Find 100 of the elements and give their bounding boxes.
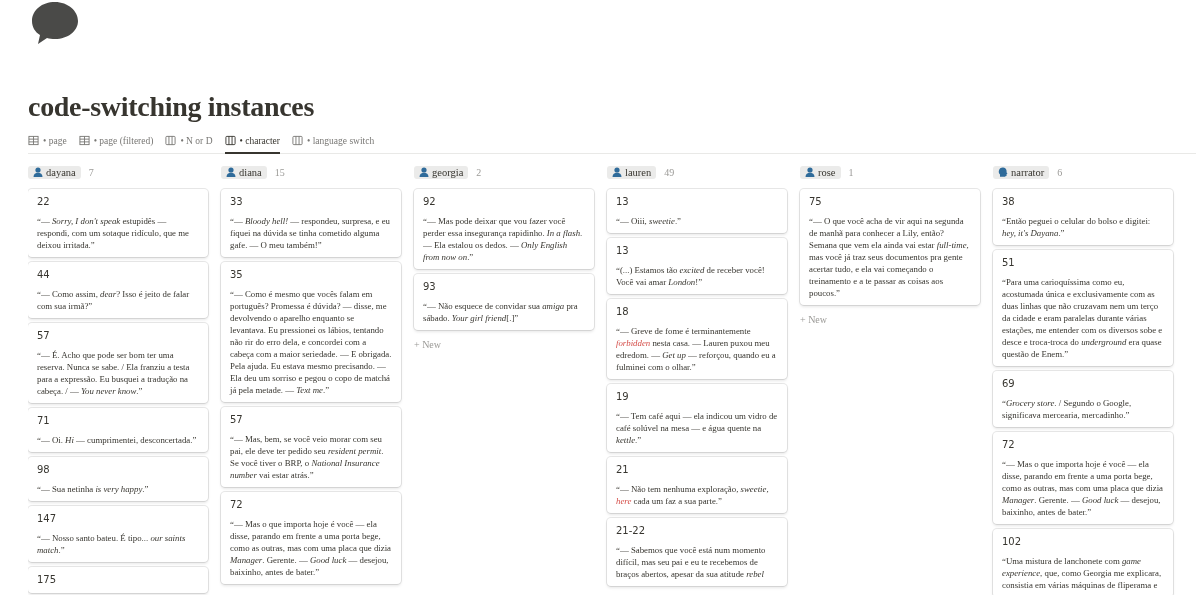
card-number: 57: [230, 413, 244, 427]
table-icon: [78, 135, 90, 146]
card-quote: “— O que você acha de vir aqui na segunda de manhã para conhecer a Lily, então? Semana que vem ela ainda vai estar full-time, mas você já traz seus documentos pra gente acertar tudo, e ela vai começando o treinamento e a te passar as coisas aos poucos.”: [809, 215, 970, 299]
person-icon: [33, 167, 43, 177]
card-number: 33: [230, 195, 244, 209]
group-count: 49: [664, 166, 675, 178]
view-tab[interactable]: • N or D: [165, 130, 213, 154]
group-tag: narrator: [993, 165, 1050, 179]
speaking-head-icon: [998, 167, 1008, 177]
card-number: 22: [37, 195, 51, 209]
card[interactable]: 57 “— Mas, bem, se você veio morar com seu pai, ele deve ter pedido seu resident permit. Se você tiver o BRP, o National Insurance number vai estar atrás.”: [221, 407, 401, 487]
card[interactable]: 72 “— Mas o que importa hoje é você — ela disse, parando em frente a uma porta bege, como as outras, mas com uma placa que dizia Manager. Gerente. — Good luck — desejou, baixinho, antes de bater.”: [221, 492, 401, 584]
card-number: 44: [37, 268, 51, 282]
group-tag: dayana: [28, 165, 81, 179]
card-number: 35: [230, 268, 244, 282]
card-number: 147: [37, 512, 58, 526]
group-tag: georgia: [414, 165, 469, 179]
card-quote: “Uma mistura de lanchonete com game experience, que, como Georgia me explicara, consistia em várias máquinas de fliperama e: [1002, 555, 1163, 591]
card-quote: “— Sorry, I don't speak estupidês — respondi, com um sotaque ridículo, que me deixou irritada.”: [37, 215, 190, 251]
card[interactable]: 18 “— Greve de fome é terminantemente forbidden nesta casa. — Lauren puxou meu edredom. — Get up — reforçou, quando eu a fulminei com o olhar.”: [607, 299, 787, 379]
card-quote: “— Mas o que importa hoje é você — ela disse, parando em frente a uma porta bege, como as outras, mas com uma placa que dizia Manager. Gerente. — Good luck — desejou, baixinho, antes de bater.”: [1002, 458, 1164, 518]
card[interactable]: 147 “— Nosso santo bateu. É tipo... our saints match.”: [28, 506, 208, 562]
card-number: 93: [423, 280, 437, 294]
card-quote: “— Mas pode deixar que vou fazer você perder essa insegurança rapidinho. In a flash. — Ela estalou os dedos. — Only English from now on.”: [423, 215, 584, 263]
card-number: 71: [37, 414, 51, 428]
card[interactable]: 71 “— Oi. Hi — cumprimentei, desconcertada.”: [28, 408, 208, 452]
page-title: code-switching instances: [28, 90, 316, 124]
card-quote: “— Oiii, sweetie.”: [616, 215, 682, 227]
person-icon: [612, 167, 622, 177]
card-number: 75: [809, 195, 823, 209]
card[interactable]: 38 “Então peguei o celular do bolso e digitei: hey, it's Dayana.”: [993, 189, 1173, 245]
card[interactable]: 92 “— Mas pode deixar que vou fazer você perder essa insegurança rapidinho. In a flash. — Ela estalou os dedos. — Only English from now on.”: [414, 189, 594, 269]
card-number: 18: [616, 305, 630, 319]
card-quote: “— É. Acho que pode ser bom ter uma reserva. Nunca se sabe. / Ela franziu a testa para a expressão. Eu busquei a tradução na cabeça. / — You never know.”: [37, 349, 191, 397]
group-tag: rose: [800, 165, 841, 179]
card-quote: “— Sabemos que você está num momento difícil, mas seu pai e eu te recebemos de braços abertos, apesar da sua atitude rebel: [616, 544, 767, 580]
group-count: 1: [848, 166, 854, 178]
board-icon: [292, 135, 303, 146]
card-quote: “— Tem café aqui — ela indicou um vidro de café solúvel na mesa — e água quente na kettle.”: [616, 410, 778, 446]
card[interactable]: 57 “— É. Acho que pode ser bom ter uma reserva. Nunca se sabe. / Ela franziu a testa para a expressão. Eu busquei a tradução na cabeça. / — You never know.”: [28, 323, 208, 403]
card-number: 98: [37, 463, 51, 477]
card-quote: “— Como assim, dear? Isso é jeito de falar com sua irmã?”: [37, 288, 191, 312]
card-quote: “Então peguei o celular do bolso e digitei: hey, it's Dayana.”: [1002, 215, 1152, 239]
person-icon: [805, 167, 815, 177]
card-number: 72: [230, 498, 244, 512]
card[interactable]: [993, 250, 1173, 366]
card[interactable]: 21-22 “— Sabemos que você está num momento difícil, mas seu pai e eu te recebemos de braços abertos, apesar da sua atitude rebel: [607, 518, 787, 586]
card-number: 57: [37, 329, 51, 343]
card-quote: “— Mas o que importa hoje é você — ela disse, parando em frente a uma porta bege, como as outras, mas com uma placa que dizia Manager. Gerente. — Good luck — desejou, baixinho, antes de bater.”: [230, 518, 392, 578]
card-number: 92: [423, 195, 437, 209]
card-quote: “— Oi. Hi — cumprimentei, desconcertada.”: [37, 434, 198, 446]
card[interactable]: 22 “— Sorry, I don't speak estupidês — respondi, com um sotaque ridículo, que me deixou irritada.”: [28, 189, 208, 257]
card-quote: “— Nosso santo bateu. É tipo... our saints match.”: [37, 532, 187, 556]
view-tab[interactable]: • page: [28, 130, 67, 154]
group-count: 2: [476, 166, 482, 178]
board-icon: [224, 135, 236, 146]
card-quote: “(...) Estamos tão excited de receber você! Você vai amar London!”: [616, 264, 766, 288]
card-number: 13: [616, 195, 630, 209]
card-number: 175: [37, 573, 58, 587]
card-quote: “Para uma carioquíssima como eu, acostumada única e exclusivamente com as duas linhas que não cruzavam nem um terço da cidade e eram paralelas durante várias estações, me entender com os diversos sobe e desce e troca-troca do underground era quase questão de Enem.”: [1002, 276, 1164, 360]
card-quote: “— Greve de fome é terminantemente forbidden nesta casa. — Lauren puxou meu edredom. — Get up — reforçou, quando eu a fulminei com o olhar.”: [616, 325, 777, 373]
card-number: 72: [1002, 438, 1016, 452]
card-quote: “Grocery store. / Segundo o Google, significava mercearia, mercadinho.”: [1002, 397, 1133, 421]
card-quote: “— Não esquece de convidar sua amiga pra sábado. Your girl friend[.]”: [423, 300, 579, 324]
card-quote: “— Mas, bem, se você veio morar com seu pai, ele deve ter pedido seu resident permit. Se você tiver o BRP, o National Insurance number vai estar atrás.”: [230, 433, 385, 481]
card-number: 13: [616, 244, 630, 258]
card[interactable]: 13 “(...) Estamos tão excited de receber você! Você vai amar London!”: [607, 238, 787, 294]
card[interactable]: 102 “Uma mistura de lanchonete com game experience, que, como Georgia me explicara, consistia em várias máquinas de fliperama e: [993, 529, 1173, 595]
view-tab[interactable]: • language switch: [292, 130, 375, 154]
person-icon: [226, 167, 236, 177]
card-number: 69: [1002, 377, 1016, 391]
card-number: 102: [1002, 535, 1023, 549]
card-number: 51: [1002, 256, 1016, 270]
view-tab[interactable]: • character: [224, 130, 280, 154]
group-count: 15: [274, 166, 285, 178]
group-count: 7: [88, 166, 94, 178]
group-count: 6: [1057, 166, 1063, 178]
card[interactable]: 175: [28, 567, 208, 593]
card-quote: “— Sua netinha is very happy.”: [37, 483, 150, 495]
card[interactable]: [800, 189, 980, 305]
card[interactable]: 33 “— Bloody hell! — respondeu, surpresa, e eu fiquei na dúvida se tinha cometido alguma gafe. — O meu também!”: [221, 189, 401, 257]
card[interactable]: 19 “— Tem café aqui — ela indicou um vidro de café solúvel na mesa — e água quente na kettle.”: [607, 384, 787, 452]
card-number: 38: [1002, 195, 1016, 209]
card-number: 21: [616, 463, 630, 477]
card-quote: “— Como é mesmo que vocês falam em português? Promessa é dúvida? — disse, me devolvendo o aparelho enquanto se levantava. Eu pressionei os lábios, tentando não rir do erro dela, e concordei com a cabeça com a maior seriedade. — E obrigada. Pela ajuda. Eu estava mesmo precisando. — Ela deu um sorriso e pegou o copo de matchá já pela metade. — Text me.”: [230, 288, 392, 396]
card[interactable]: 69 “Grocery store. / Segundo o Google, significava mercearia, mercadinho.”: [993, 371, 1173, 427]
card[interactable]: [221, 262, 401, 402]
table-icon: [28, 135, 39, 146]
group-tag: diana: [221, 165, 267, 179]
card[interactable]: 44 “— Como assim, dear? Isso é jeito de falar com sua irmã?”: [28, 262, 208, 318]
card-quote: “— Bloody hell! — respondeu, surpresa, e eu fiquei na dúvida se tinha cometido alguma gafe. — O meu também!”: [230, 215, 392, 251]
card[interactable]: 13 “— Oiii, sweetie.”: [607, 189, 787, 233]
card[interactable]: 98 “— Sua netinha is very happy.”: [28, 457, 208, 501]
card[interactable]: 93 “— Não esquece de convidar sua amiga pra sábado. Your girl friend[.]”: [414, 274, 594, 330]
card-number: 21-22: [616, 524, 647, 538]
card[interactable]: 72 “— Mas o que importa hoje é você — ela disse, parando em frente a uma porta bege, como as outras, mas com uma placa que dizia Manager. Gerente. — Good luck — desejou, baixinho, antes de bater.”: [993, 432, 1173, 524]
view-tab[interactable]: • page (filtered): [78, 130, 154, 154]
card-quote: “— Não tem nenhuma exploração, sweetie, here cada um faz a sua parte.”: [616, 483, 770, 507]
card-number: 19: [616, 390, 630, 404]
card[interactable]: 21 “— Não tem nenhuma exploração, sweetie, here cada um faz a sua parte.”: [607, 457, 787, 513]
